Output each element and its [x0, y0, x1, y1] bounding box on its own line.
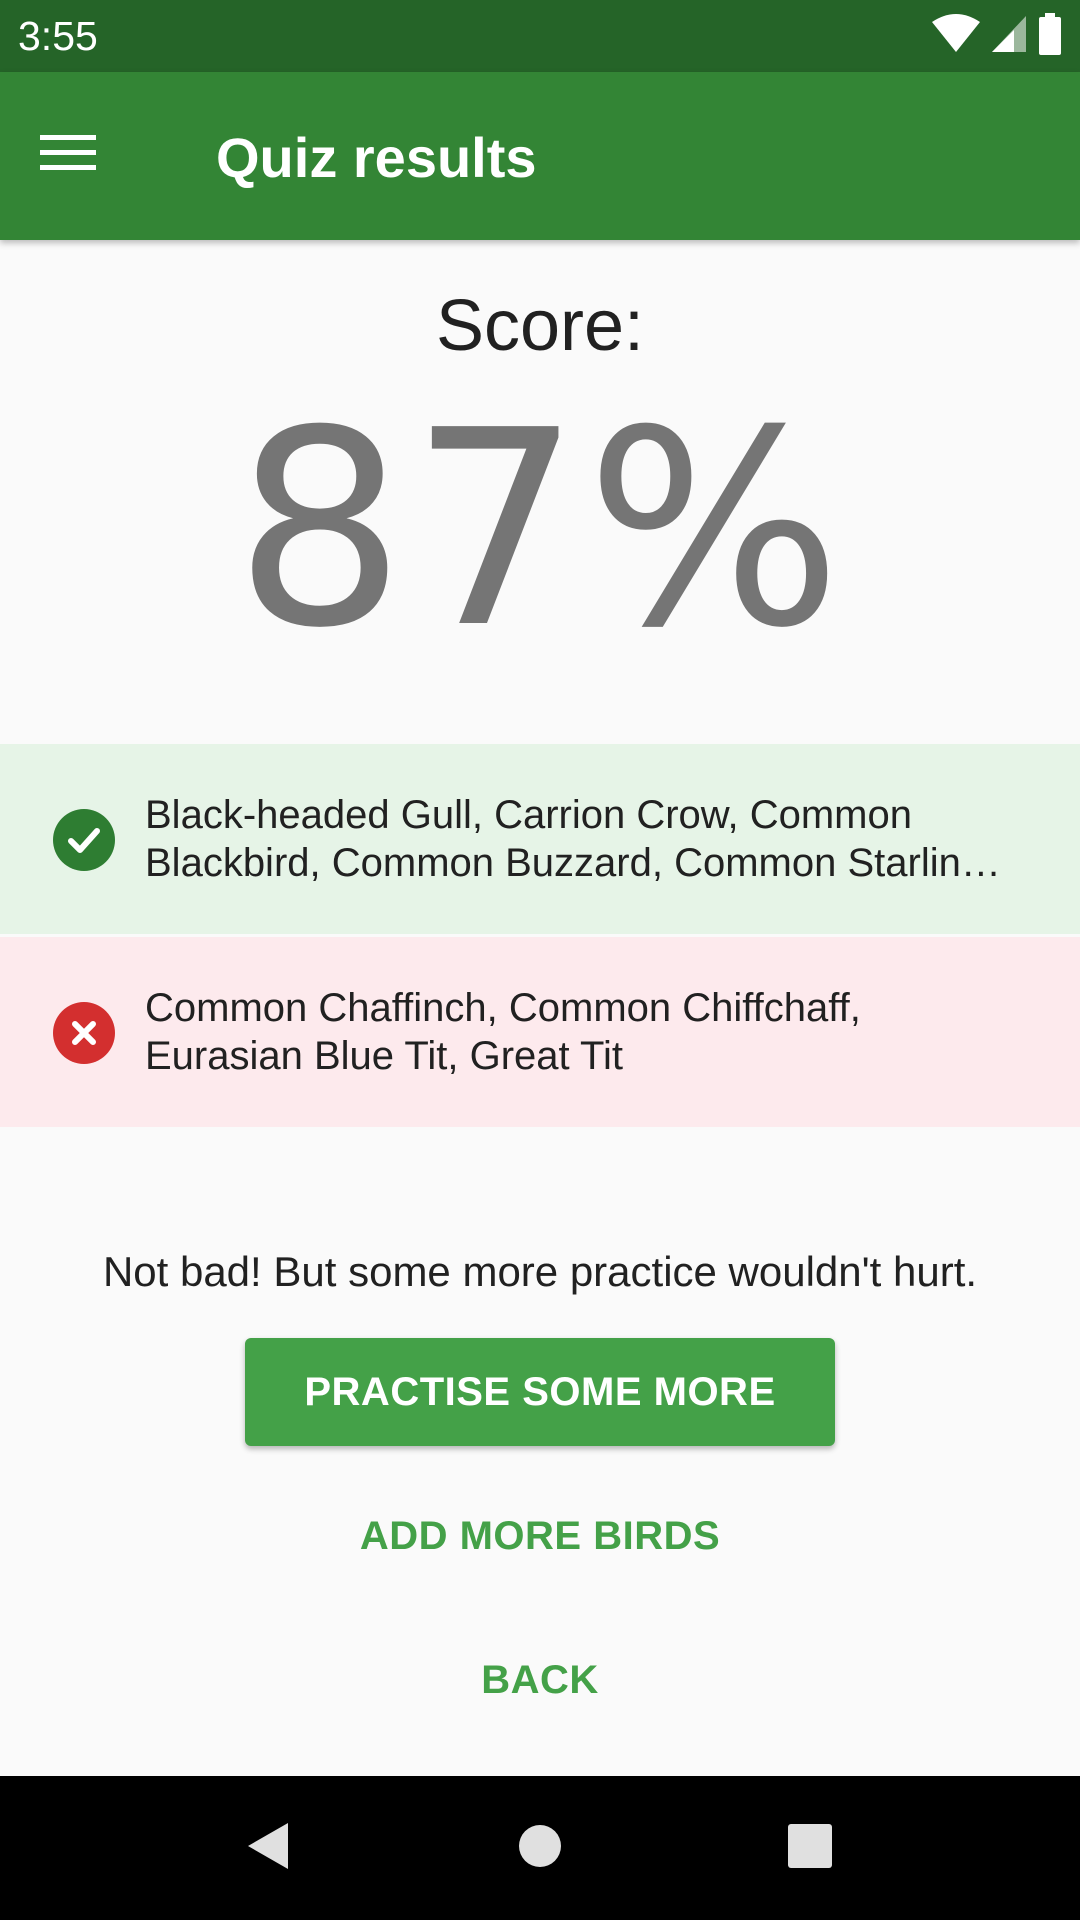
cell-signal-icon [990, 14, 1028, 59]
back-button[interactable]: BACK [290, 1632, 790, 1728]
practise-some-more-button[interactable]: PRACTISE SOME MORE [245, 1338, 835, 1446]
correct-answers-row: Black-headed Gull, Carrion Crow, Common … [0, 744, 1080, 934]
navigation-bar [0, 1776, 1080, 1920]
status-bar: 3:55 [0, 0, 1080, 72]
page-title: Quiz results [216, 126, 537, 189]
wrong-answers-text: Common Chaffinch, Common Chiffchaff, Eur… [145, 986, 861, 1078]
status-icons [932, 12, 1062, 60]
nav-recent-icon [787, 1823, 833, 1874]
app-bar: Quiz results [0, 72, 1080, 240]
wifi-icon [932, 13, 980, 59]
score-value: 87% [233, 372, 847, 687]
menu-button[interactable] [40, 122, 128, 188]
score-label: Score: [435, 286, 645, 366]
status-time: 3:55 [18, 13, 98, 59]
nav-home-button[interactable] [504, 1812, 576, 1884]
nav-recent-button[interactable] [774, 1812, 846, 1884]
nav-back-button[interactable] [232, 1812, 304, 1884]
add-more-birds-button[interactable]: ADD MORE BIRDS [290, 1488, 790, 1584]
feedback-message: Not bad! But some more practice wouldn't… [102, 1248, 978, 1295]
x-circle-icon [53, 1002, 115, 1064]
menu-icon [40, 133, 96, 178]
check-circle-icon [53, 809, 115, 871]
battery-icon [1038, 12, 1062, 60]
nav-home-icon [517, 1823, 563, 1874]
wrong-answers-row: Common Chaffinch, Common Chiffchaff, Eur… [0, 937, 1080, 1127]
correct-answers-text: Black-headed Gull, Carrion Crow, Common … [145, 793, 1001, 885]
nav-back-icon [244, 1821, 292, 1876]
